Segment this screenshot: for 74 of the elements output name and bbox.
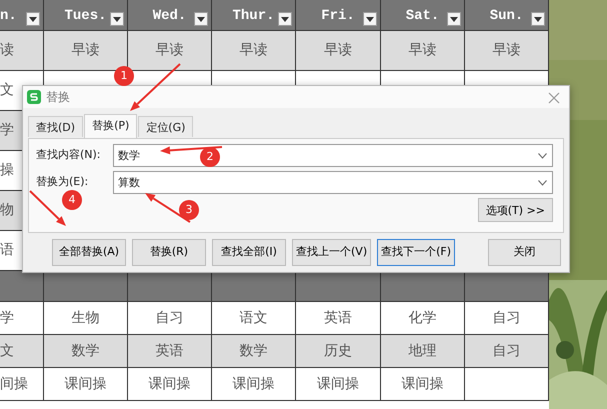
table-cell-text: 早读: [72, 41, 100, 60]
column-header: Wed.: [152, 7, 186, 26]
caret-icon: [281, 16, 289, 22]
close-button[interactable]: [547, 90, 561, 104]
column-header: Tues.: [64, 7, 106, 26]
column-header: Fri.: [321, 7, 355, 26]
table-cell-text: 语: [0, 241, 14, 260]
table-cell-text: 早读: [408, 41, 436, 60]
table-cell-text: 自习: [492, 308, 520, 328]
filter-dropdown-button[interactable]: [110, 12, 124, 26]
table-cell-text: 生物: [72, 308, 100, 328]
table-cell-text: 自习: [492, 342, 520, 360]
table-cell-text: 读: [0, 41, 14, 60]
table-cell-text: 数学: [72, 342, 100, 360]
table-cell-text: 文: [0, 81, 14, 100]
filter-dropdown-button[interactable]: [26, 12, 40, 26]
table-cell-text: 学: [0, 308, 14, 328]
table-cell-text: 间操: [0, 374, 28, 394]
combo-field[interactable]: 算数: [113, 171, 553, 194]
filter-dropdown-button[interactable]: [278, 12, 292, 26]
caret-icon: [29, 16, 37, 22]
dialog-button[interactable]: 全部替换(A): [52, 239, 126, 266]
dialog-button[interactable]: 关闭: [488, 239, 561, 266]
table-cell-text: 语文: [240, 308, 268, 328]
annotation-arrow: [130, 63, 181, 111]
column-header: n.: [0, 7, 17, 26]
dialog-button[interactable]: 查找全部(I): [212, 239, 286, 266]
annotation-arrow: [145, 193, 191, 223]
table-cell-text: 数学: [240, 342, 268, 360]
filter-dropdown-button[interactable]: [194, 12, 208, 26]
table-cell-text: 化学: [408, 308, 436, 328]
dialog-button[interactable]: 查找上一个(V): [292, 239, 372, 266]
table-cell-text: 英语: [324, 308, 352, 328]
column-header: Sat.: [406, 7, 440, 26]
caret-icon: [534, 16, 542, 22]
tab[interactable]: 替换(P): [84, 114, 138, 138]
table-cell-text: 物: [0, 201, 14, 220]
table-cell-text: 课间操: [317, 374, 359, 394]
table-cell-text: 文: [0, 342, 14, 360]
field-label: 查找内容(N):: [36, 147, 102, 164]
column-header: Thur.: [232, 7, 274, 26]
dialog-title: 替换: [46, 89, 70, 106]
chevron-icon: [538, 180, 547, 186]
table-cell-text: 早读: [240, 41, 268, 60]
table-cell-text: 课间操: [64, 374, 106, 394]
field-label: 替换为(E):: [36, 174, 90, 190]
filter-dropdown-button[interactable]: [447, 12, 461, 26]
table-cell-text: 课间操: [148, 374, 190, 394]
caret-icon: [197, 16, 205, 22]
table-cell-text: 学: [0, 121, 14, 140]
table-cell-text: 早读: [324, 41, 352, 60]
caret-icon: [450, 16, 458, 22]
table-cell-text: 地理: [408, 342, 436, 360]
table-cell-text: 课间操: [402, 374, 444, 394]
app-icon: [27, 90, 41, 104]
table-cell-text: 操: [0, 161, 14, 180]
table-cell-text: 早读: [492, 41, 520, 60]
tab[interactable]: 定位(G): [138, 116, 194, 137]
tab[interactable]: 查找(D): [28, 116, 84, 137]
caret-icon: [113, 16, 121, 22]
dialog-button[interactable]: 替换(R): [132, 239, 206, 266]
table-cell-text: 自习: [156, 308, 184, 328]
dialog-button[interactable]: 查找下一个(F): [377, 239, 456, 266]
filter-dropdown-button[interactable]: [363, 12, 377, 26]
annotation-arrow: [29, 190, 66, 226]
table-cell-text: 历史: [324, 342, 352, 360]
options-button[interactable]: 选项(T) >>: [478, 198, 553, 222]
table-cell-text: 课间操: [232, 374, 274, 394]
table-cell-text: 英语: [156, 342, 184, 360]
column-header: Sun.: [490, 7, 524, 26]
caret-icon: [366, 16, 374, 22]
chevron-icon: [538, 153, 547, 159]
filter-dropdown-button[interactable]: [531, 12, 545, 26]
table-cell-text: 早读: [156, 41, 184, 60]
